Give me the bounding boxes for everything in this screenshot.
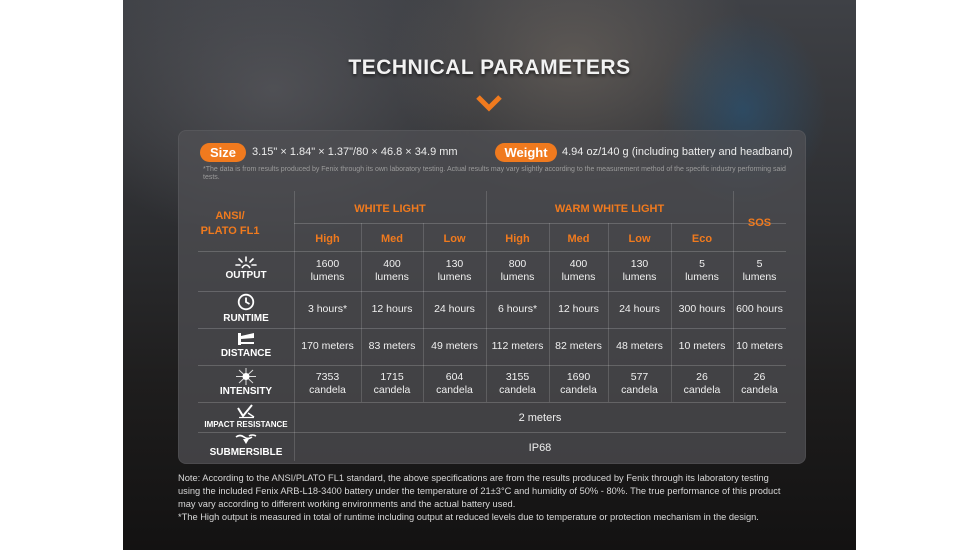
size-badge: Size	[200, 143, 246, 162]
spec-table: ANSI/ PLATO FL1 WHITE LIGHT WARM WHITE L…	[198, 191, 786, 461]
table-cell: 170 meters	[301, 340, 354, 352]
weight-value: 4.94 oz/140 g (including battery and hea…	[562, 146, 793, 158]
table-cell: 12 hours	[371, 303, 413, 315]
table-cell: 604 candela	[436, 370, 473, 396]
table-cell: 6 hours*	[497, 303, 538, 315]
runtime-row-label: RUNTIME	[198, 293, 294, 324]
table-cell: 1600 lumens	[310, 258, 345, 283]
table-cell: 24 hours	[619, 303, 660, 315]
table-cell: 10 meters	[736, 340, 783, 352]
table-cell: 3 hours*	[307, 303, 348, 315]
white-light-header: WHITE LIGHT	[354, 203, 426, 215]
clock-icon	[237, 293, 255, 311]
chevron-down-icon	[476, 95, 502, 112]
mode-header: Med	[381, 233, 403, 245]
spec-card: Size 3.15" × 1.84" × 1.37"/80 × 46.8 × 3…	[178, 130, 806, 464]
mode-header: Med	[567, 233, 590, 245]
product-panel: TECHNICAL PARAMETERS Size 3.15" × 1.84" …	[123, 0, 856, 550]
mode-header: Eco	[691, 233, 713, 245]
table-cell: 12 hours	[558, 303, 599, 315]
impact-icon	[237, 404, 255, 419]
grid-line	[198, 365, 786, 366]
table-cell: 1690 candela	[560, 370, 597, 396]
weight-badge: Weight	[495, 143, 557, 162]
intensity-row-label: INTENSITY	[198, 368, 294, 397]
burst-icon	[235, 256, 257, 269]
table-cell: 5 lumens	[742, 258, 777, 283]
grid-line	[198, 291, 786, 292]
table-cell: 7353 candela	[309, 370, 346, 396]
table-cell: 48 meters	[616, 340, 663, 352]
table-cell: 1715 candela	[373, 370, 411, 396]
table-cell: 49 meters	[431, 340, 478, 352]
page-title: TECHNICAL PARAMETERS	[348, 56, 631, 79]
size-value: 3.15" × 1.84" × 1.37"/80 × 46.8 × 34.9 m…	[252, 146, 458, 158]
impact-row-label: IMPACT RESISTANCE	[198, 403, 294, 429]
table-cell: 400 lumens	[561, 258, 596, 283]
warm-white-light-header: WARM WHITE LIGHT	[554, 203, 665, 215]
table-cell: 800 lumens	[500, 258, 535, 283]
table-cell: 577 candela	[621, 370, 658, 396]
grid-line	[198, 251, 786, 252]
table-cell: 300 hours	[678, 303, 726, 315]
mode-header: Low	[628, 233, 651, 245]
table-cell: 3155 candela	[499, 370, 536, 396]
note-line: *The High output is measured in total of…	[178, 512, 759, 522]
mode-header: Low	[443, 233, 466, 245]
output-row-label: OUTPUT	[198, 255, 294, 281]
note-line: using the included Fenix ARB-L18-3400 ba…	[178, 486, 781, 496]
table-cell: 600 hours	[736, 303, 783, 315]
table-cell: 26 candela	[683, 370, 721, 396]
mode-header: High	[315, 233, 340, 245]
table-cell: 83 meters	[368, 340, 416, 352]
table-cell: 24 hours	[434, 303, 475, 315]
table-cell: 26 candela	[741, 370, 778, 396]
waterproof-icon	[235, 434, 257, 444]
impact-value: 2 meters	[518, 412, 562, 424]
beam-icon	[238, 333, 254, 345]
table-cell: 10 meters	[678, 340, 726, 352]
footnotes: Note: According to the ANSI/PLATO FL1 st…	[178, 472, 818, 524]
submersible-value: IP68	[528, 442, 552, 454]
table-cell: 5 lumens	[685, 258, 719, 283]
sos-header: SOS	[747, 217, 772, 229]
table-cell: 400 lumens	[375, 258, 409, 283]
submersible-row-label: SUBMERSIBLE	[198, 433, 294, 458]
standard-header: ANSI/ PLATO FL1	[200, 210, 260, 237]
note-line: may vary according to different working …	[178, 499, 516, 509]
distance-row-label: DISTANCE	[198, 332, 294, 359]
table-cell: 82 meters	[555, 340, 602, 352]
table-cell: 130 lumens	[622, 258, 657, 283]
disclaimer-text: *The data is from results produced by Fe…	[203, 166, 786, 181]
table-cell: 130 lumens	[437, 258, 472, 283]
table-cell: 112 meters	[491, 340, 544, 352]
grid-line	[198, 328, 786, 329]
grid-line	[294, 223, 786, 224]
intensity-icon	[236, 368, 256, 385]
note-line: Note: According to the ANSI/PLATO FL1 st…	[178, 473, 769, 483]
mode-header: High	[505, 233, 530, 245]
